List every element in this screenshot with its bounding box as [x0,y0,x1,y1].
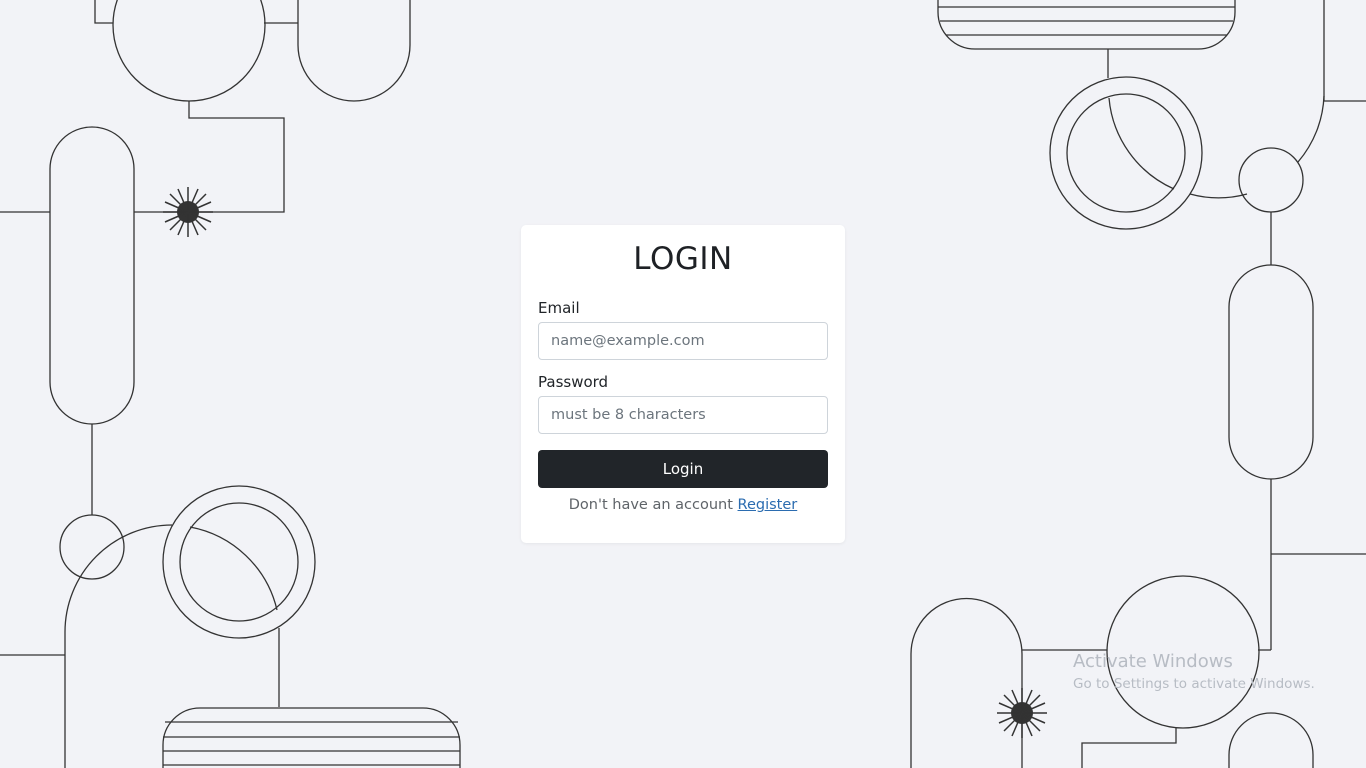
watermark-title: Activate Windows [1073,651,1233,672]
watermark-subtitle: Go to Settings to activate Windows. [1073,676,1315,692]
login-title: LOGIN [633,241,733,277]
starburst-icon-left [163,187,213,237]
login-button[interactable]: Login [538,450,828,488]
register-prompt: Don't have an account Register [538,496,828,514]
register-prompt-text: Don't have an account [568,497,733,513]
register-link[interactable]: Register [738,497,798,513]
password-label: Password [538,373,609,391]
page: LOGIN Email Password Login Don't have an… [0,0,1366,768]
email-label: Email [538,299,580,317]
activate-windows-watermark: Activate Windows Go to Settings to activ… [1073,651,1315,692]
password-input[interactable] [538,396,828,434]
starburst-icon-right [997,688,1047,738]
login-card: LOGIN Email Password Login Don't have an… [521,225,845,543]
email-input[interactable] [538,322,828,360]
